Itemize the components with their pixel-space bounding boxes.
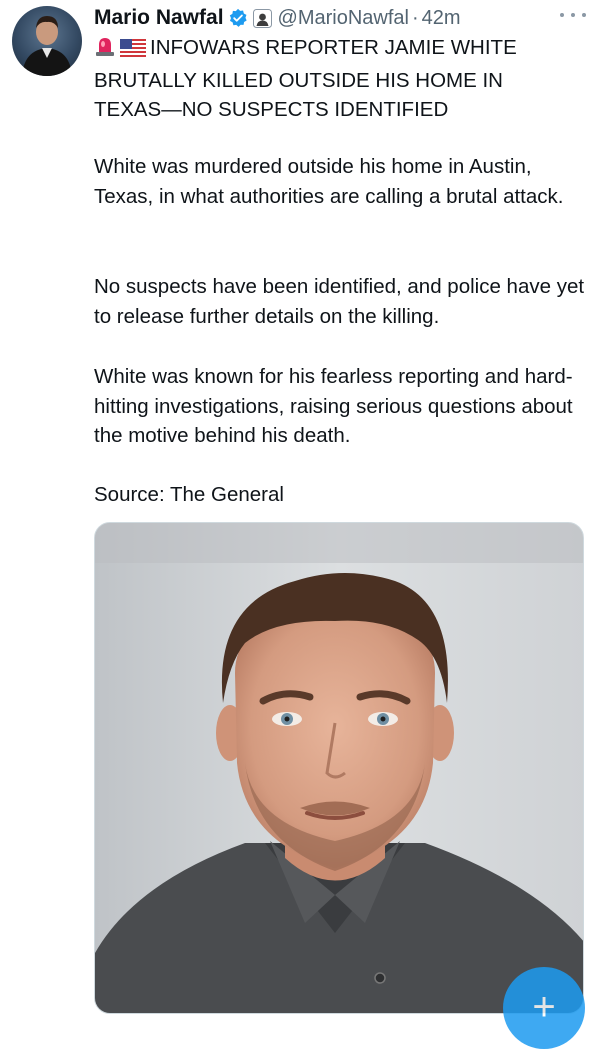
verified-badge-icon bbox=[228, 8, 248, 28]
author-name[interactable]: Mario Nawfal bbox=[94, 6, 224, 30]
tweet-photo[interactable] bbox=[94, 522, 584, 1014]
us-flag-icon bbox=[120, 36, 146, 66]
affiliate-badge-icon[interactable] bbox=[252, 8, 272, 28]
tweet[interactable]: Mario Nawfal @MarioNawfal · 42m INFOWARS… bbox=[0, 0, 598, 1049]
more-options-icon[interactable] bbox=[560, 10, 586, 20]
tweet-header: Mario Nawfal @MarioNawfal · 42m bbox=[94, 4, 461, 32]
author-handle[interactable]: @MarioNawfal bbox=[278, 7, 409, 30]
headline-line-3: TEXAS—NO SUSPECTS IDENTIFIED bbox=[94, 98, 449, 121]
headline-line-2: BRUTALLY KILLED OUTSIDE HIS HOME IN bbox=[94, 68, 503, 92]
tweet-paragraph-2: No suspects have been identified, and po… bbox=[94, 275, 585, 328]
timestamp[interactable]: 42m bbox=[422, 7, 461, 30]
tweet-headline: INFOWARS REPORTER JAMIE WHITE BRUTALLY K… bbox=[94, 33, 590, 125]
tweet-paragraph-3: White was known for his fearless reporti… bbox=[94, 365, 573, 447]
headline-text-1: INFOWARS REPORTER JAMIE WHITE bbox=[150, 36, 517, 59]
compose-plus-icon: + bbox=[532, 985, 556, 1029]
tweet-paragraph-1: White was murdered outside his home in A… bbox=[94, 155, 564, 208]
header-separator: · bbox=[411, 6, 419, 29]
avatar-portrait bbox=[22, 16, 72, 76]
headline-line-1: INFOWARS REPORTER JAMIE WHITE bbox=[94, 33, 590, 66]
rotating-light-icon bbox=[94, 35, 116, 66]
tweet-source-line: Source: The General bbox=[94, 483, 284, 506]
portrait-photo bbox=[95, 523, 583, 1013]
author-avatar[interactable] bbox=[12, 6, 82, 76]
compose-button[interactable]: + bbox=[503, 967, 585, 1049]
